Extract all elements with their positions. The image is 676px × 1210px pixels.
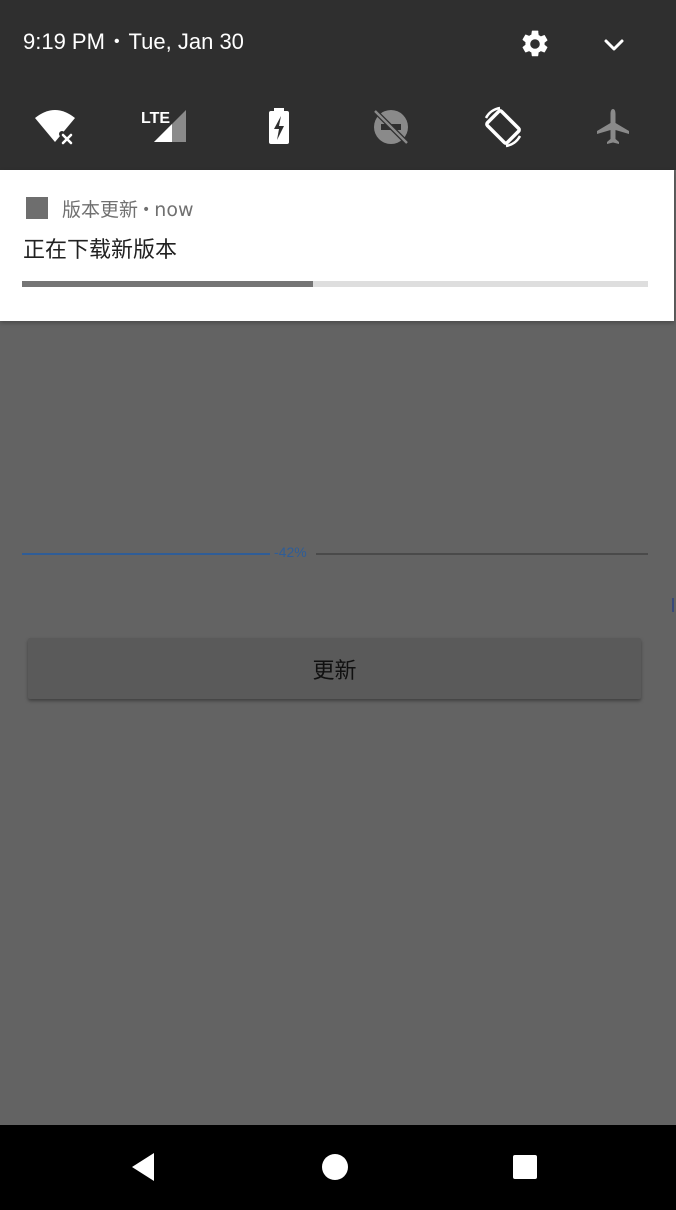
app-icon <box>26 197 48 219</box>
lte-signal-icon[interactable]: LTE <box>140 104 186 150</box>
status-time-text: 9:19 PM <box>23 29 105 54</box>
back-icon[interactable] <box>122 1145 166 1189</box>
airplane-mode-icon[interactable] <box>590 104 636 150</box>
auto-rotate-icon[interactable] <box>480 104 526 150</box>
status-date-text: Tue, Jan 30 <box>128 29 244 54</box>
notification-app-name: 版本更新 <box>62 199 139 221</box>
notification-header: 版本更新 • now <box>62 195 194 222</box>
settings-gear-icon[interactable] <box>519 28 551 60</box>
wifi-off-icon[interactable] <box>32 104 78 150</box>
battery-saver-icon[interactable] <box>256 104 302 150</box>
download-notification[interactable]: 版本更新 • now 正在下载新版本 <box>0 170 674 321</box>
recents-icon[interactable] <box>503 1145 547 1189</box>
navigation-bar <box>0 1125 676 1210</box>
do-not-disturb-off-icon[interactable] <box>368 104 414 150</box>
status-clock: 9:19 PM • Tue, Jan 30 <box>23 27 244 60</box>
chevron-down-icon[interactable] <box>601 34 627 56</box>
lte-label: LTE <box>141 110 170 127</box>
download-progress-bar: -42% <box>22 543 648 565</box>
progress-percent-label: -42% <box>274 544 307 560</box>
edge-indicator <box>672 598 674 612</box>
notification-progress-bar <box>22 281 648 287</box>
notification-progress-fill <box>22 281 314 287</box>
notification-title: 正在下载新版本 <box>23 238 178 263</box>
progress-track-remaining <box>316 553 648 555</box>
notification-separator: • <box>142 202 151 218</box>
update-button[interactable]: 更新 <box>28 638 641 699</box>
progress-track-completed <box>22 553 270 555</box>
status-separator: • <box>113 33 120 50</box>
notification-time: now <box>154 199 194 221</box>
quick-settings-shade: 9:19 PM • Tue, Jan 30 LTE <box>0 0 676 170</box>
home-icon[interactable] <box>313 1145 357 1189</box>
